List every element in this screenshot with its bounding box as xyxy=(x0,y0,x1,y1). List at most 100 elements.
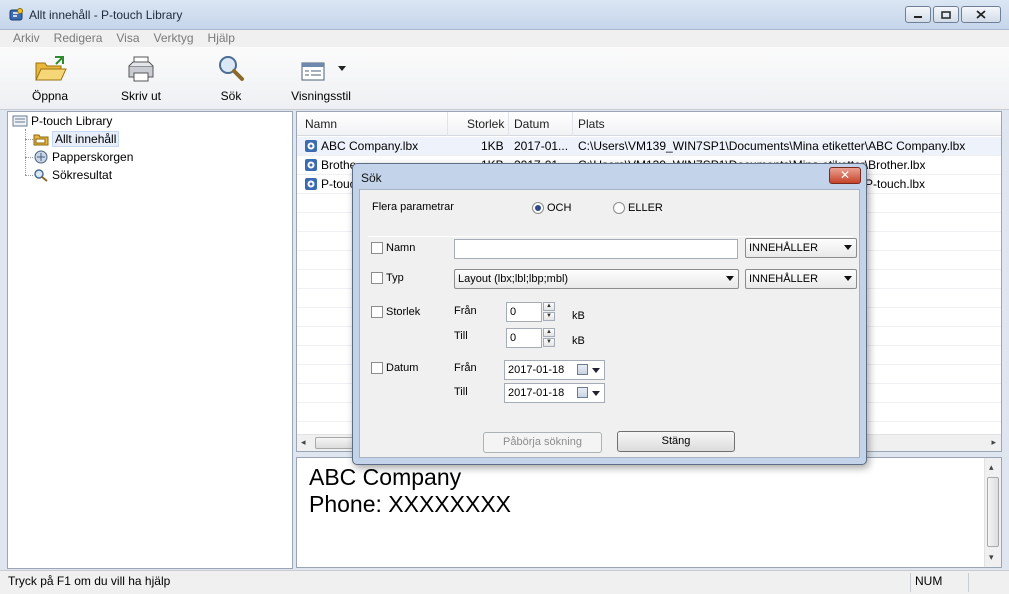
print-label: Skriv ut xyxy=(120,89,161,103)
date-from-label: Från xyxy=(454,362,477,374)
list-header: Namn Storlek Datum Plats xyxy=(297,112,1001,136)
size-from-stepper[interactable]: ▲ ▼ xyxy=(543,302,555,322)
name-input[interactable] xyxy=(454,239,738,259)
status-pane-empty xyxy=(968,573,990,592)
chevron-down-icon[interactable] xyxy=(338,66,346,72)
title-bar: Allt innehåll - P-touch Library xyxy=(0,0,1009,30)
stepper-up-icon[interactable]: ▲ xyxy=(543,328,555,337)
type-condition-select[interactable]: INNEHÅLLER xyxy=(745,269,857,289)
menu-arkiv[interactable]: Arkiv xyxy=(6,30,47,47)
radio-or[interactable] xyxy=(613,202,625,214)
close-window-button[interactable] xyxy=(961,6,1001,23)
column-header-name[interactable]: Namn xyxy=(305,117,337,131)
open-folder-icon xyxy=(35,56,67,81)
open-label: Öppna xyxy=(31,89,69,103)
size-to-input[interactable]: 0 xyxy=(506,328,542,348)
tree-root[interactable]: P-touch Library xyxy=(12,112,112,129)
close-icon: ✕ xyxy=(839,168,851,182)
name-condition-select[interactable]: INNEHÅLLER xyxy=(745,238,857,258)
scroll-down-icon[interactable]: ▾ xyxy=(989,552,994,563)
view-style-button[interactable]: Visningsstil xyxy=(288,47,354,107)
tree-item-label: Sökresultat xyxy=(52,167,113,182)
size-from-label: Från xyxy=(454,305,477,317)
radio-or-label: ELLER xyxy=(628,202,663,214)
window-title: Allt innehåll - P-touch Library xyxy=(29,8,183,22)
file-icon xyxy=(305,178,317,190)
column-header-location[interactable]: Plats xyxy=(578,117,605,131)
type-condition-value: INNEHÅLLER xyxy=(749,273,819,285)
multi-params-label: Flera parametrar xyxy=(372,201,454,213)
scroll-up-icon[interactable]: ▴ xyxy=(989,462,994,473)
date-checkbox[interactable] xyxy=(371,362,383,374)
print-button[interactable]: Skriv ut xyxy=(113,47,169,107)
preview-line-2: Phone: XXXXXXXX xyxy=(309,491,512,517)
size-to-label: Till xyxy=(454,330,468,342)
open-button[interactable]: Öppna xyxy=(22,47,78,107)
stepper-down-icon[interactable]: ▼ xyxy=(543,312,555,321)
tree-item-label: Allt innehåll xyxy=(52,130,120,147)
search-button[interactable]: Sök xyxy=(204,47,258,107)
maximize-button[interactable] xyxy=(933,6,959,23)
tree-item-trash[interactable]: Papperskorgen xyxy=(33,148,133,165)
dialog-title: Sök xyxy=(361,171,382,185)
type-checkbox[interactable] xyxy=(371,272,383,284)
menu-redigera[interactable]: Redigera xyxy=(47,30,110,47)
calendar-icon[interactable] xyxy=(577,364,588,375)
type-select[interactable]: Layout (lbx;lbl;lbp;mbl) xyxy=(454,269,739,289)
calendar-icon[interactable] xyxy=(577,387,588,398)
tree-item-search-results[interactable]: Sökresultat xyxy=(33,166,112,183)
minimize-button[interactable] xyxy=(905,6,931,23)
size-label: Storlek xyxy=(386,306,421,318)
radio-and[interactable] xyxy=(532,202,544,214)
table-row[interactable]: ABC Company.lbx 1KB 2017-01... C:\Users\… xyxy=(297,137,1001,156)
search-icon xyxy=(219,56,244,81)
stepper-down-icon[interactable]: ▼ xyxy=(543,338,555,347)
view-style-label: Visningsstil xyxy=(291,89,351,103)
file-icon xyxy=(305,140,317,152)
start-search-button[interactable]: Påbörja sökning xyxy=(483,432,602,453)
menu-visa[interactable]: Visa xyxy=(109,30,146,47)
dialog-body: Flera parametrar OCH ELLER Namn INNEHÅLL… xyxy=(359,189,860,458)
vertical-scrollbar[interactable]: ▴ ▾ xyxy=(984,458,1001,567)
printer-icon xyxy=(128,56,154,82)
date-from-picker[interactable]: 2017-01-18 xyxy=(504,360,605,380)
scroll-left-icon[interactable]: ◂ xyxy=(301,437,306,448)
toolbar: Öppna Skriv ut Sök Visningsstil xyxy=(0,47,1009,110)
date-to-label: Till xyxy=(454,386,468,398)
column-header-date[interactable]: Datum xyxy=(514,117,549,131)
menu-verktyg[interactable]: Verktyg xyxy=(147,30,201,47)
chevron-down-icon xyxy=(844,245,852,250)
app-icon xyxy=(9,8,23,21)
size-to-stepper[interactable]: ▲ ▼ xyxy=(543,328,555,348)
scroll-right-icon[interactable]: ▸ xyxy=(991,437,996,448)
library-icon xyxy=(12,115,28,126)
name-checkbox[interactable] xyxy=(371,242,383,254)
size-checkbox[interactable] xyxy=(371,306,383,318)
file-icon xyxy=(305,159,317,171)
search-results-icon xyxy=(34,168,48,182)
column-header-size[interactable]: Storlek xyxy=(467,117,504,131)
size-from-input[interactable]: 0 xyxy=(506,302,542,322)
menu-hjalp[interactable]: Hjälp xyxy=(201,30,242,47)
date-to-picker[interactable]: 2017-01-18 xyxy=(504,383,605,403)
radio-and-label: OCH xyxy=(547,202,572,214)
minimize-icon xyxy=(914,15,922,18)
close-dialog-button[interactable]: Stäng xyxy=(617,431,735,452)
date-to-value: 2017-01-18 xyxy=(508,387,565,399)
name-label: Namn xyxy=(386,242,416,254)
status-bar: Tryck på F1 om du vill ha hjälp NUM xyxy=(0,570,1009,594)
search-dialog: Sök ✕ Flera parametrar OCH ELLER Namn IN… xyxy=(352,163,867,465)
scroll-thumb[interactable] xyxy=(987,477,999,547)
chevron-down-icon[interactable] xyxy=(592,368,600,373)
size-to-unit: kB xyxy=(572,335,585,347)
chevron-down-icon xyxy=(726,276,734,281)
dialog-close-button[interactable]: ✕ xyxy=(829,167,861,184)
stepper-up-icon[interactable]: ▲ xyxy=(543,302,555,311)
cell-size: 1KB xyxy=(481,139,504,153)
chevron-down-icon[interactable] xyxy=(592,391,600,396)
preview-line-1: ABC Company xyxy=(309,464,462,490)
search-label: Sök xyxy=(220,89,242,103)
type-value: Layout (lbx;lbl;lbp;mbl) xyxy=(458,273,569,285)
maximize-icon xyxy=(941,10,951,19)
tree-item-all-content[interactable]: Allt innehåll xyxy=(33,130,120,147)
